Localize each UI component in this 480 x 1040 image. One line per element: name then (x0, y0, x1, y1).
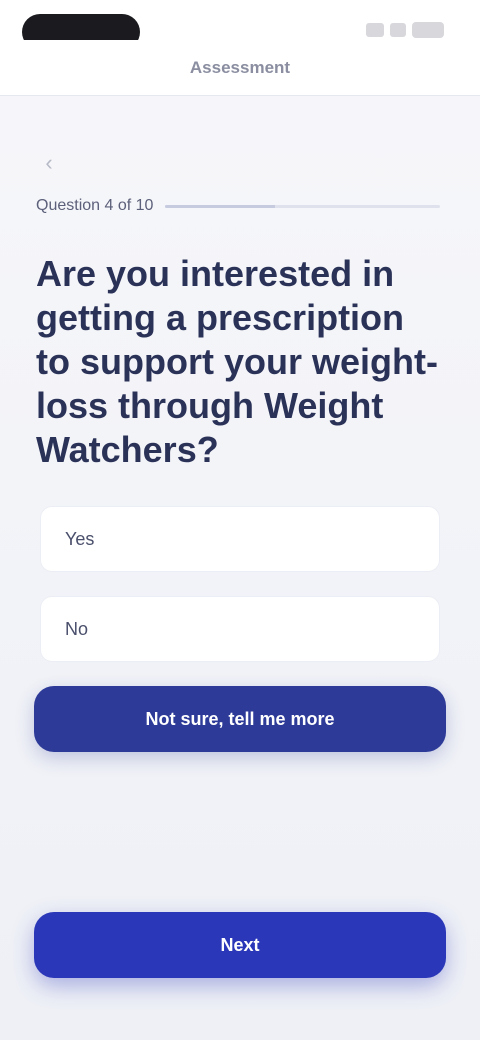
signal-icon (366, 23, 384, 37)
more-info-button[interactable]: Not sure, tell me more (34, 686, 446, 752)
question-text: Are you interested in getting a prescrip… (36, 253, 438, 470)
wifi-icon (390, 23, 406, 37)
option-label: Yes (65, 528, 95, 549)
progress-label: Question 4 of 10 (36, 197, 154, 214)
next-button[interactable]: Next (34, 912, 446, 978)
progress-row: Question 4 of 10 (36, 196, 440, 216)
progress-fill (165, 204, 276, 208)
option-no[interactable]: No (40, 596, 440, 662)
page-title: Assessment (189, 58, 291, 77)
status-icons (366, 22, 444, 38)
option-yes[interactable]: Yes (40, 506, 440, 572)
page-header: Assessment (0, 40, 480, 96)
progress-bar (165, 204, 440, 208)
option-label: No (65, 618, 89, 639)
back-icon[interactable]: ‹ (36, 150, 62, 176)
battery-icon (412, 22, 444, 38)
